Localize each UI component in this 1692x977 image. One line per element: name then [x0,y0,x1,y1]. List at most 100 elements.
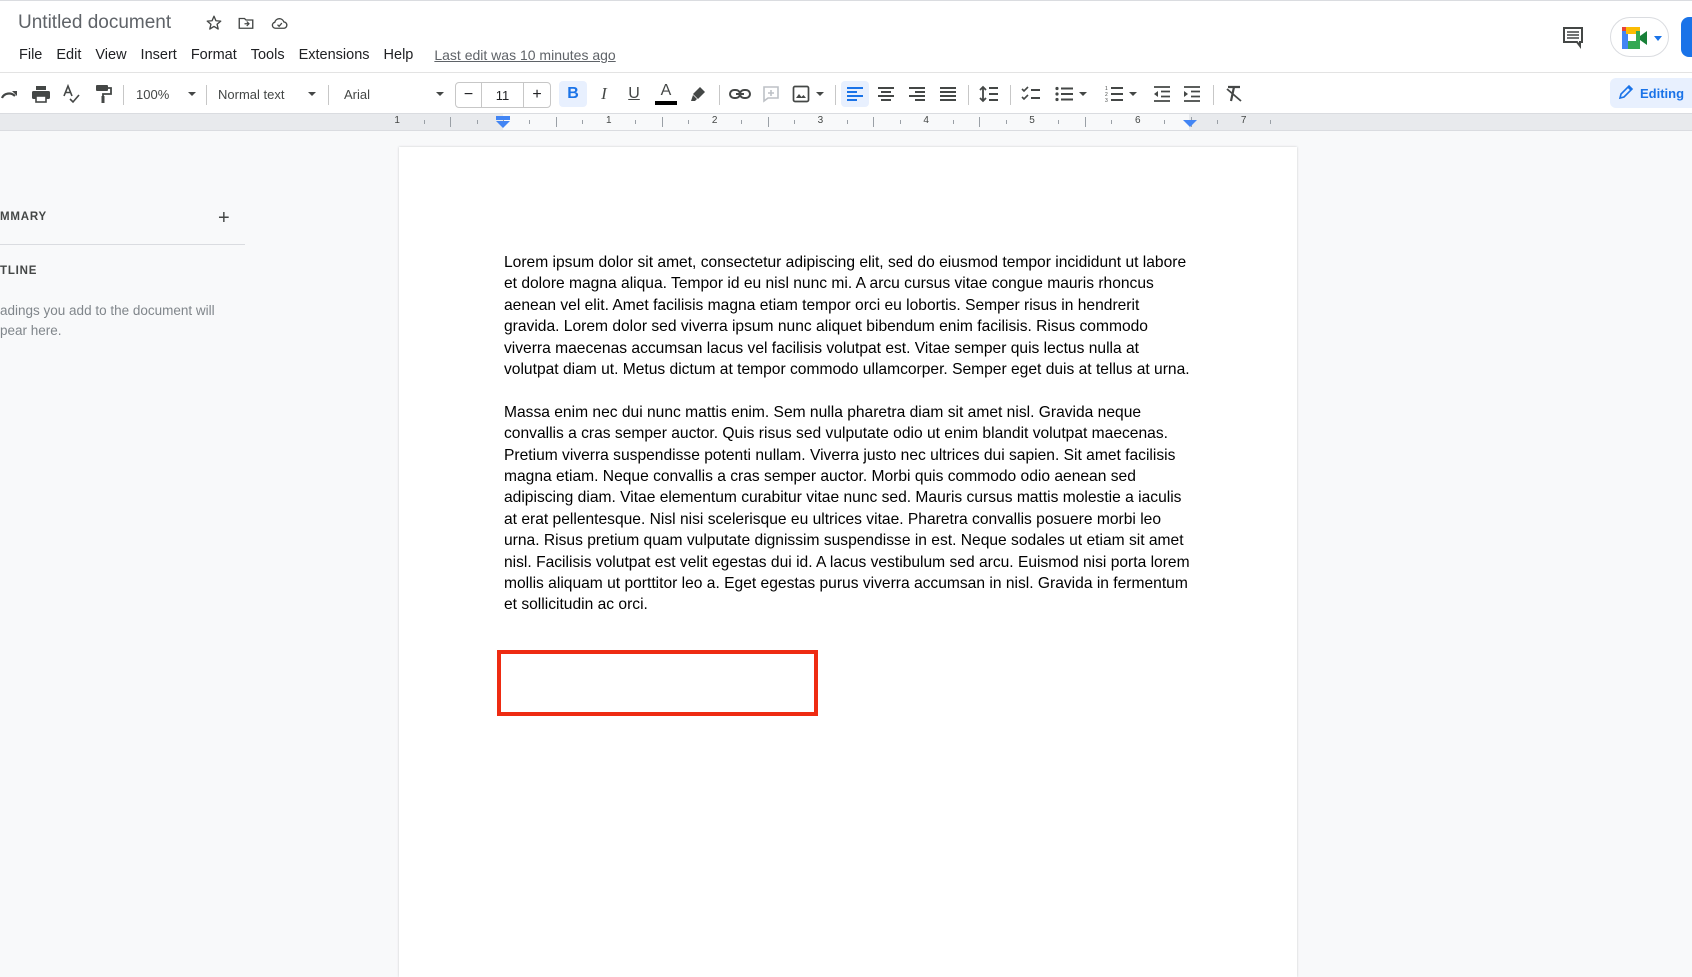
line-spacing-icon [979,85,999,103]
move-to-folder-icon[interactable] [237,14,257,34]
bulleted-list-button[interactable] [1050,81,1092,107]
svg-text:3: 3 [1105,98,1108,103]
clear-formatting-button[interactable] [1220,81,1248,107]
comment-history-icon[interactable] [1561,25,1585,54]
numbered-list-button[interactable]: 123 [1100,81,1142,107]
text-color-icon: A [660,82,672,99]
ruler-label: 1 [394,115,400,126]
decrease-indent-icon [1153,86,1171,102]
justify-button[interactable] [934,81,962,107]
chevron-down-icon [1129,92,1137,96]
google-meet-icon [1622,27,1650,54]
document-title[interactable]: Untitled document [18,12,171,34]
right-indent-marker[interactable] [1183,120,1197,127]
bold-button[interactable]: B [559,81,587,107]
ruler-tick [423,120,425,124]
zoom-select[interactable]: 100% [132,81,200,107]
ruler-label: 1 [606,115,612,126]
editing-mode-label: Editing [1640,85,1685,101]
ruler-tick [688,120,690,124]
meet-button[interactable] [1610,17,1669,57]
add-comment-button[interactable] [757,81,785,107]
menu-help[interactable]: Help [377,44,421,66]
toolbar-divider [206,85,207,105]
toolbar-divider [719,85,720,105]
add-summary-button[interactable]: + [218,207,230,230]
ruler-tick [555,117,557,127]
ruler-label: 4 [923,115,929,126]
menu-edit[interactable]: Edit [49,44,88,66]
menu-tools[interactable]: Tools [244,44,292,66]
increase-font-size-button[interactable]: + [524,83,550,107]
paragraph-style-select[interactable]: Normal text [214,81,320,107]
paragraph-style-value: Normal text [218,86,285,102]
left-indent-marker[interactable] [496,116,510,120]
toolbar-divider [968,85,969,105]
paragraph[interactable]: Lorem ipsum dolor sit amet, consectetur … [504,252,1194,380]
insert-image-button[interactable] [788,81,828,107]
menu-file[interactable]: File [12,44,49,66]
menu-extensions[interactable]: Extensions [292,44,377,66]
ruler-tick [450,117,452,127]
toolbar-divider [835,85,836,105]
paragraph[interactable]: Massa enim nec dui nunc mattis enim. Sem… [504,402,1194,616]
align-left-button[interactable] [841,81,869,107]
font-select[interactable]: Arial [340,81,448,107]
text-color-button[interactable]: A [652,81,680,107]
ruler-tick [1164,120,1166,124]
spelling-button[interactable] [58,81,84,107]
highlighter-icon [689,85,707,103]
menu-view[interactable]: View [88,44,133,66]
image-icon [792,85,810,103]
chevron-down-icon [436,92,444,96]
menu-format[interactable]: Format [184,44,244,66]
font-size-input[interactable]: 11 [482,83,524,107]
ruler-tick [1217,120,1219,124]
chevron-down-icon [1079,92,1087,96]
redo-button[interactable] [0,81,22,107]
first-line-indent-marker[interactable] [496,121,510,128]
pencil-icon [1618,84,1634,103]
ruler-label: 3 [817,115,824,126]
link-icon [729,88,751,100]
ruler-tick [582,120,584,124]
increase-indent-icon [1183,86,1201,102]
horizontal-ruler[interactable]: 1 1 2 3 4 5 6 7 [0,114,1692,131]
align-center-button[interactable] [872,81,900,107]
print-button[interactable] [28,81,54,107]
justify-icon [939,86,957,102]
align-right-icon [908,86,926,102]
paint-format-button[interactable] [90,81,116,107]
chevron-down-icon [816,92,824,96]
ruler-label: 7 [1240,115,1247,126]
decrease-font-size-button[interactable]: − [456,83,482,107]
line-spacing-button[interactable] [975,81,1003,107]
italic-button[interactable]: I [590,81,618,107]
share-button[interactable] [1681,17,1692,57]
document-page[interactable]: Lorem ipsum dolor sit amet, consectetur … [399,147,1297,977]
increase-indent-button[interactable] [1178,81,1206,107]
cloud-saved-icon[interactable] [270,14,290,34]
ruler-tick [1084,117,1086,127]
decrease-indent-button[interactable] [1148,81,1176,107]
editing-mode-button[interactable]: Editing [1610,78,1692,108]
document-body[interactable]: Lorem ipsum dolor sit amet, consectetur … [504,252,1194,616]
last-edit-link[interactable]: Last edit was 10 minutes ago [434,44,615,66]
meet-dropdown-icon [1654,36,1662,41]
align-center-icon [877,86,895,102]
ruler-tick [952,120,954,124]
highlight-color-button[interactable] [684,81,712,107]
checklist-button[interactable] [1017,81,1045,107]
sidebar-divider [0,244,245,245]
menu-insert[interactable]: Insert [134,44,184,66]
ruler-tick [1111,120,1113,124]
ruler-tick [767,117,769,127]
insert-link-button[interactable] [725,81,755,107]
chevron-down-icon [188,92,196,96]
ruler-tick [476,120,478,124]
star-icon[interactable] [205,14,225,34]
align-left-icon [846,86,864,102]
align-right-button[interactable] [903,81,931,107]
underline-button[interactable]: U [620,81,648,107]
toolbar-divider [328,85,329,105]
